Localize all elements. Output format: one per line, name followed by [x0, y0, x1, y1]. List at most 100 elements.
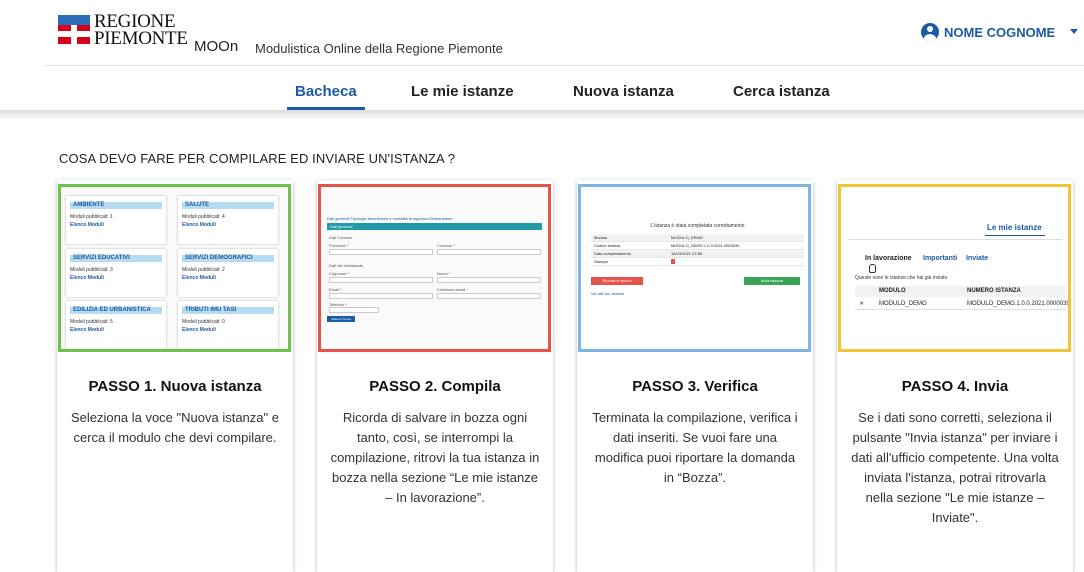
form-label: Nome * — [437, 271, 451, 276]
summary-row: Data completamento 16/03/2021 22:53 — [591, 250, 804, 258]
mouse-cursor-icon — [869, 264, 876, 273]
nav-item-nuova-istanza[interactable]: Nuova istanza — [573, 83, 674, 100]
area-link: Elenco Moduli — [182, 222, 216, 228]
step-title: PASSO 1. Nuova istanza — [88, 378, 262, 395]
step-2-screenshot: Dati generali Tipologia beneficiario e m… — [318, 184, 551, 352]
regione-piemonte-logo[interactable]: REGIONE PIEMONTE — [58, 12, 188, 48]
send-request-button: Invia istanza — [744, 277, 800, 285]
tab-in-lavorazione: In lavorazione — [865, 255, 912, 262]
table-header: MODULO NUMERO ISTANZA — [855, 286, 1066, 297]
user-avatar-icon — [921, 23, 939, 41]
step-card-2: Dati generali Tipologia beneficiario e m… — [317, 180, 553, 572]
summary-row: Codice istanza MODULO_DEMO.1.0.0.2021.00… — [591, 242, 804, 250]
divider — [849, 239, 1062, 240]
area-box-salute: SALUTE Moduli pubblicati: 4 Elenco Modul… — [178, 196, 278, 244]
area-title: AMBIENTE — [70, 202, 162, 209]
step-title: PASSO 2. Compila — [369, 378, 501, 395]
column-header: MODULO — [879, 288, 906, 294]
form-input — [329, 277, 433, 283]
nav-shadow — [0, 110, 1084, 120]
area-link: Elenco Moduli — [182, 275, 216, 281]
form-tabs: Dati generali Tipologia beneficiario e m… — [327, 216, 453, 221]
return-to-draft-button: Riporta in bozza — [591, 277, 643, 285]
nav-item-le-mie-istanze[interactable]: Le mie istanze — [411, 83, 514, 100]
area-title: TRIBUTI IMU TASI — [182, 307, 274, 314]
table-row: ★ MODULO_DEMO MODULO_DEMO.1.0.0.2021.000… — [855, 299, 1068, 310]
area-title: SERVIZI DEMOGRAFICI — [182, 255, 274, 262]
table-cell: MODULO_DEMO.1.0.0.2021.0000039 — [967, 301, 1070, 307]
summary-value: MODULO_DEMO.1.0.0.2021.0000039 — [671, 243, 740, 248]
table-cell: MODULO_DEMO — [879, 301, 927, 307]
logo-text: REGIONE PIEMONTE — [94, 12, 188, 49]
table-note: Queste sono le istanze che hai già invia… — [855, 275, 949, 281]
step-text: Seleziona la voce "Nuova istanza" e cerc… — [71, 410, 279, 445]
completion-title: L'istanza è stata completata correttamen… — [650, 223, 745, 229]
form-input — [437, 293, 541, 299]
area-link: Elenco Moduli — [182, 327, 216, 333]
form-input — [329, 307, 379, 313]
area-link: Elenco Moduli — [70, 222, 104, 228]
area-box-edilizia: EDILIZIA ED URBANISTICA Moduli pubblicat… — [66, 301, 166, 349]
step-text: Se i dati sono corretti, seleziona il pu… — [851, 410, 1059, 525]
form-section-bar — [327, 223, 542, 230]
logo-line2: PIEMONTE — [94, 28, 188, 49]
save-draft-button: Salva in bozza — [327, 316, 355, 322]
area-box-ambiente: AMBIENTE Moduli pubblicati: 1 Elenco Mod… — [66, 196, 166, 244]
go-to-requests-link: Vai alle tue istanze — [591, 291, 625, 296]
form-label: Email * — [329, 287, 342, 292]
form-label: Cognome * — [329, 271, 350, 276]
summary-row: Stampa — [591, 258, 804, 266]
area-meta: Moduli pubblicati: 4 — [182, 214, 225, 220]
main-navigation: Bacheca Le mie istanze Nuova istanza Cer… — [0, 66, 1084, 110]
form-input — [329, 293, 433, 299]
form-input — [329, 249, 433, 255]
step-card-4: Le mie istanze In lavorazione Importanti… — [837, 180, 1073, 572]
area-box-servizi-demografici: SERVIZI DEMOGRAFICI Moduli pubblicati: 2… — [178, 249, 278, 297]
piemonte-flag-icon — [58, 15, 90, 44]
user-name: NOME COGNOME — [944, 24, 1056, 40]
summary-label: Codice istanza — [594, 243, 621, 248]
area-title: EDILIZIA ED URBANISTICA — [70, 307, 162, 314]
summary-value: MODULO_DEMO — [671, 235, 703, 240]
pdf-icon — [671, 259, 675, 264]
summary-label: Stampa — [594, 259, 608, 264]
chevron-down-icon — [1070, 29, 1078, 34]
area-meta: Moduli pubblicati: 2 — [182, 267, 225, 273]
app-name: MOOn — [194, 38, 239, 55]
form-label: Provincia * — [329, 243, 349, 248]
area-meta: Moduli pubblicati: 5 — [70, 319, 113, 325]
area-meta: Moduli pubblicati: 0 — [182, 319, 225, 325]
user-menu[interactable]: NOME COGNOME — [921, 22, 1078, 42]
step-text: Ricorda di salvare in bozza ogni tanto, … — [330, 410, 540, 505]
area-link: Elenco Moduli — [70, 327, 104, 333]
area-link: Elenco Moduli — [70, 275, 104, 281]
step-title: PASSO 4. Invia — [901, 378, 1009, 395]
summary-value: 16/03/2021 22:53 — [671, 251, 703, 256]
page-question: COSA DEVO FARE PER COMPILARE ED INVIARE … — [59, 151, 456, 166]
form-input — [437, 277, 541, 283]
step-text: Terminata la compilazione, verifica i da… — [592, 410, 798, 485]
summary-label: Data completamento — [594, 251, 631, 256]
form-label: Dati del dichiarante — [329, 263, 364, 268]
form-label: Dati Comune — [329, 235, 353, 240]
star-icon: ★ — [859, 301, 865, 307]
area-meta: Moduli pubblicati: 1 — [70, 214, 113, 220]
header: REGIONE PIEMONTE MOOn Modulistica Online… — [0, 0, 1084, 62]
area-title: SALUTE — [182, 202, 274, 209]
step-3-screenshot: L'istanza è stata completata correttamen… — [578, 184, 811, 352]
step-title: PASSO 3. Verifica — [632, 378, 758, 395]
form-section-title: Dati generali — [330, 224, 353, 229]
tab-le-mie-istanze: Le mie istanze — [987, 223, 1042, 232]
summary-row: Modulo MODULO_DEMO — [591, 234, 804, 242]
nav-item-bacheca[interactable]: Bacheca — [295, 83, 357, 100]
tab-underline — [985, 235, 1045, 236]
app-subtitle: Modulistica Online della Regione Piemont… — [255, 41, 503, 56]
area-box-tributi: TRIBUTI IMU TASI Moduli pubblicati: 0 El… — [178, 301, 278, 349]
area-box-servizi-educativi: SERVIZI EDUCATIVI Moduli pubblicati: 3 E… — [66, 249, 166, 297]
step-1-screenshot: AMBIENTE Moduli pubblicati: 1 Elenco Mod… — [58, 184, 291, 352]
summary-label: Modulo — [594, 235, 608, 240]
form-input — [437, 249, 541, 255]
column-header: NUMERO ISTANZA — [967, 288, 1021, 294]
nav-item-cerca-istanza[interactable]: Cerca istanza — [733, 83, 830, 100]
tab-importanti: Importanti — [923, 255, 958, 262]
